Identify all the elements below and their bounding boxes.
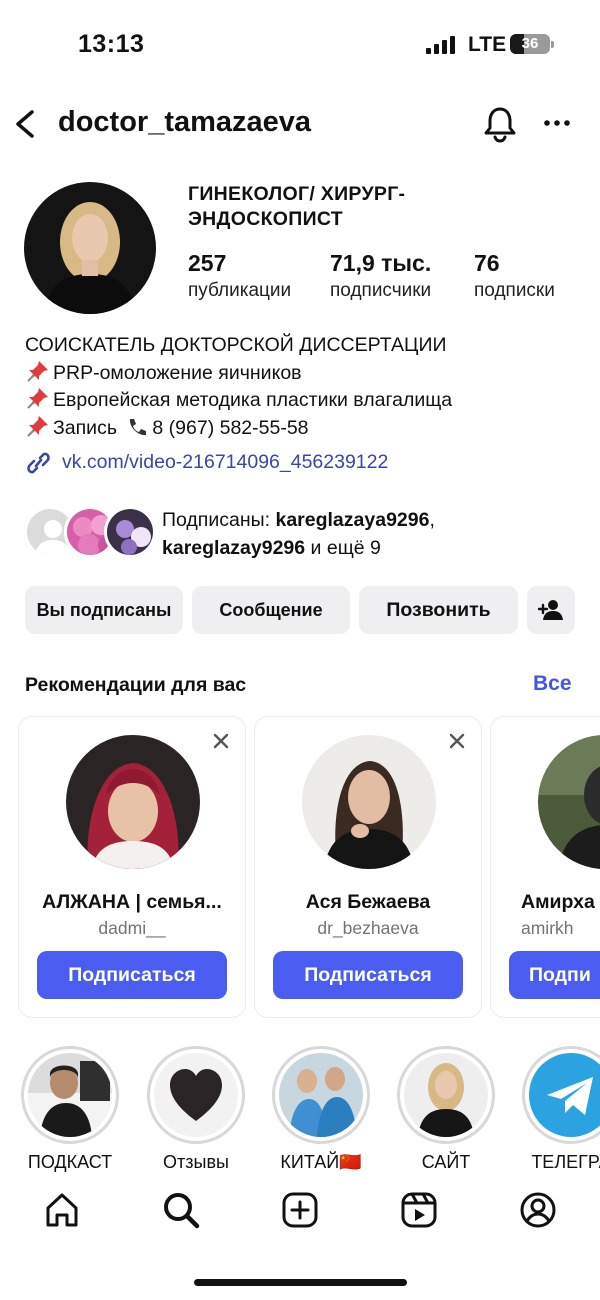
reels-icon[interactable] xyxy=(399,1190,439,1230)
mutual-prefix: Подписаны: xyxy=(162,509,276,531)
battery-icon: 36 xyxy=(510,34,550,54)
plus-square-icon[interactable] xyxy=(280,1190,320,1230)
follow-button[interactable]: Подписаться xyxy=(273,951,463,999)
signal-bars-icon xyxy=(426,36,455,54)
suggested-user-avatar[interactable] xyxy=(66,735,200,869)
highlight-label: КИТАЙ🇨🇳 xyxy=(280,1152,362,1172)
mutual-followers-text[interactable]: Подписаны: kareglazaya9296, kareglazay929… xyxy=(162,506,582,562)
suggested-user-card[interactable]: Ася Бежаева dr_bezhaeva Подписаться xyxy=(254,716,482,1018)
link-icon xyxy=(27,452,50,474)
pushpin-icon xyxy=(27,388,48,409)
bio-line: PRP-омоложение яичников xyxy=(25,360,585,388)
battery-tip xyxy=(551,41,554,48)
stat-followers-label: подписчики xyxy=(330,280,432,301)
stat-followers-count: 71,9 тыс. xyxy=(330,250,432,276)
profile-header: doctor_tamazaeva xyxy=(0,96,600,152)
highlight-cover xyxy=(154,1053,238,1137)
pushpin-icon xyxy=(27,360,48,382)
stat-posts[interactable]: 257 публикации xyxy=(188,250,291,302)
chevron-left-icon[interactable] xyxy=(10,104,42,144)
mutual-separator: , xyxy=(429,509,435,531)
follow-button[interactable]: Подпи xyxy=(509,951,600,999)
call-button[interactable]: Позвонить xyxy=(359,586,518,634)
bio-line: СОИСКАТЕЛЬ ДОКТОРСКОЙ ДИССЕРТАЦИИ xyxy=(25,334,447,356)
status-time: 13:13 xyxy=(78,30,145,58)
highlight-label: ТЕЛЕГРА xyxy=(531,1152,600,1172)
suggested-user-avatar[interactable] xyxy=(538,735,600,869)
profile-link-text[interactable]: vk.com/video-216714096_456239122 xyxy=(62,451,388,474)
mutual-followers-avatars[interactable] xyxy=(24,506,156,558)
more-dots-icon[interactable] xyxy=(542,108,572,138)
bio-line-text: Запись xyxy=(53,416,117,439)
add-person-icon xyxy=(538,600,563,620)
bio-line-text: Европейская методика пластики влагалища xyxy=(53,389,453,411)
follow-button[interactable]: Подписаться xyxy=(37,951,227,999)
suggested-user-name: Ася Бежаева xyxy=(305,891,431,913)
search-icon[interactable] xyxy=(161,1190,201,1230)
story-highlight[interactable]: ТЕЛЕГРА xyxy=(522,1046,600,1186)
recommendations-title: Рекомендации для вас xyxy=(25,674,247,696)
home-indicator[interactable] xyxy=(194,1279,407,1286)
see-all-link[interactable]: Все xyxy=(533,672,572,696)
mutual-user[interactable]: kareglazaya9296 xyxy=(275,509,429,531)
story-highlight[interactable]: Отзывы xyxy=(147,1046,245,1186)
status-bar: 13:13 LTE 36 xyxy=(0,0,600,90)
suggested-user-avatar[interactable] xyxy=(302,735,436,869)
highlight-cover xyxy=(279,1053,363,1137)
avatar xyxy=(104,506,156,558)
mutual-suffix: и ещё 9 xyxy=(305,537,381,559)
profile-avatar[interactable] xyxy=(24,182,156,314)
highlight-cover xyxy=(404,1053,488,1137)
profile-bio: СОИСКАТЕЛЬ ДОКТОРСКОЙ ДИССЕРТАЦИИ PRP-ом… xyxy=(25,332,585,442)
bio-phone[interactable]: 8 (967) 582-55-58 xyxy=(152,417,308,439)
story-highlight[interactable]: САЙТ xyxy=(397,1046,495,1186)
suggested-user-handle: amirkh xyxy=(521,918,574,938)
home-icon[interactable] xyxy=(42,1190,82,1230)
stat-followers[interactable]: 71,9 тыс. подписчики xyxy=(330,250,431,302)
stat-following[interactable]: 76 подписки xyxy=(474,250,555,302)
profile-icon[interactable] xyxy=(518,1190,558,1230)
page-title: doctor_tamazaeva xyxy=(58,106,312,138)
highlight-cover xyxy=(28,1053,112,1137)
bio-line: Запись 8 (967) 582-55-58 xyxy=(25,415,585,443)
bio-line: Европейская методика пластики влагалища xyxy=(25,387,585,415)
network-type: LTE xyxy=(468,33,507,56)
bio-line-text: PRP-омоложение яичников xyxy=(53,361,302,384)
bell-icon[interactable] xyxy=(482,104,518,144)
suggested-user-name: АЛЖАНА | семья... xyxy=(42,891,222,913)
profile-category: ГИНЕКОЛОГ/ ХИРУРГ-ЭНДОСКОПИСТ xyxy=(188,183,406,230)
message-button[interactable]: Сообщение xyxy=(192,586,350,634)
close-icon[interactable] xyxy=(447,731,467,751)
stat-following-count: 76 xyxy=(474,250,500,276)
stat-following-label: подписки xyxy=(474,280,555,301)
highlight-label: ПОДКАСТ xyxy=(27,1152,113,1172)
stat-posts-label: публикации xyxy=(188,280,292,301)
pushpin-icon xyxy=(27,415,48,437)
following-button[interactable]: Вы подписаны xyxy=(25,586,183,634)
battery-percent: 36 xyxy=(521,35,539,52)
mutual-user[interactable]: kareglazay9296 xyxy=(162,537,305,559)
telephone-icon xyxy=(130,418,147,435)
add-user-button[interactable] xyxy=(527,586,575,634)
suggested-user-name: Амирха xyxy=(521,891,595,913)
suggested-user-handle: dr_bezhaeva xyxy=(317,918,419,938)
suggested-user-handle: dadmi__ xyxy=(98,918,166,938)
close-icon[interactable] xyxy=(211,731,231,751)
highlight-label: САЙТ xyxy=(421,1152,471,1172)
story-highlight[interactable]: КИТАЙ🇨🇳 xyxy=(272,1046,370,1186)
suggested-user-card[interactable]: АЛЖАНА | семья... dadmi__ Подписаться xyxy=(18,716,246,1018)
stat-posts-count: 257 xyxy=(188,250,227,276)
highlight-label: Отзывы xyxy=(163,1152,229,1172)
suggested-user-card[interactable]: Амирха amirkh Подпи xyxy=(490,716,600,1018)
story-highlight[interactable]: ПОДКАСТ xyxy=(21,1046,119,1186)
